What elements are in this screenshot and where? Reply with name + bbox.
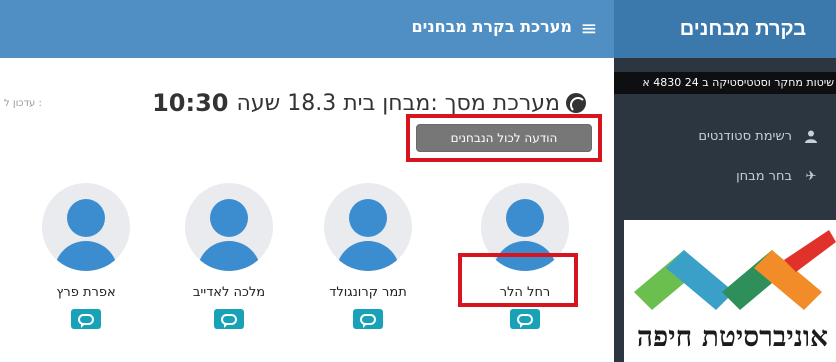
chat-icon (221, 313, 237, 328)
sidebar-item-label: רשימת סטודנטים (698, 128, 792, 144)
sidebar-item-student-list[interactable]: רשימת סטודנטים (614, 122, 836, 150)
avatar (42, 183, 130, 271)
chat-icon (360, 313, 376, 328)
sidebar-item-label: בחר מבחן (736, 168, 792, 184)
avatar (185, 183, 273, 271)
user-icon (802, 130, 820, 143)
student-name: תמר קרונגולד (329, 285, 407, 300)
last-updated: עדכון ל : (4, 98, 42, 109)
brand-title[interactable]: בקרת מבחנים (614, 0, 836, 58)
student-card: מלכה לאדייב (174, 183, 284, 355)
chat-button[interactable] (214, 309, 244, 329)
hamburger-icon[interactable]: ≡ (578, 16, 600, 40)
university-name: אוניברסיטת חיפה (636, 320, 828, 353)
app-subtitle: מערכת בקרת מבחנים (411, 17, 572, 36)
headline-time: 10:30 (152, 89, 229, 117)
current-course: שיטות מחקר וסטטיסטיקה ב 24 4830 א (614, 72, 836, 94)
page-title: מערכת מסך :מבחן בית 18.3 שעה 10:30 (152, 89, 586, 117)
sidebar: שיטות מחקר וסטטיסטיקה ב 24 4830 א רשימת … (614, 58, 836, 362)
student-card: אפרת פרץ (31, 183, 141, 355)
notify-all-button[interactable]: הודעה לכול הנבחנים (416, 124, 592, 152)
top-navbar: בקרת מבחנים ≡ מערכת בקרת מבחנים (0, 0, 836, 58)
student-card: תמר קרונגולד (313, 183, 423, 355)
student-name: מלכה לאדייב (192, 285, 266, 300)
chat-icon (78, 313, 94, 328)
dashboard-icon (566, 93, 586, 113)
chat-icon (517, 313, 533, 328)
chat-button[interactable] (71, 309, 101, 329)
sidebar-item-select-exam[interactable]: ✈ בחר מבחן (614, 162, 836, 190)
avatar (324, 183, 412, 271)
main-content: עדכון ל : מערכת מסך :מבחן בית 18.3 שעה 1… (0, 58, 614, 362)
student-name: אפרת פרץ (56, 285, 116, 300)
chat-button[interactable] (510, 309, 540, 329)
university-logo: אוניברסיטת חיפה (624, 220, 836, 362)
headline-text: מערכת מסך :מבחן בית 18.3 שעה (236, 90, 561, 116)
plane-icon: ✈ (805, 168, 817, 184)
chat-highlight-box (458, 253, 578, 307)
chat-button[interactable] (353, 309, 383, 329)
